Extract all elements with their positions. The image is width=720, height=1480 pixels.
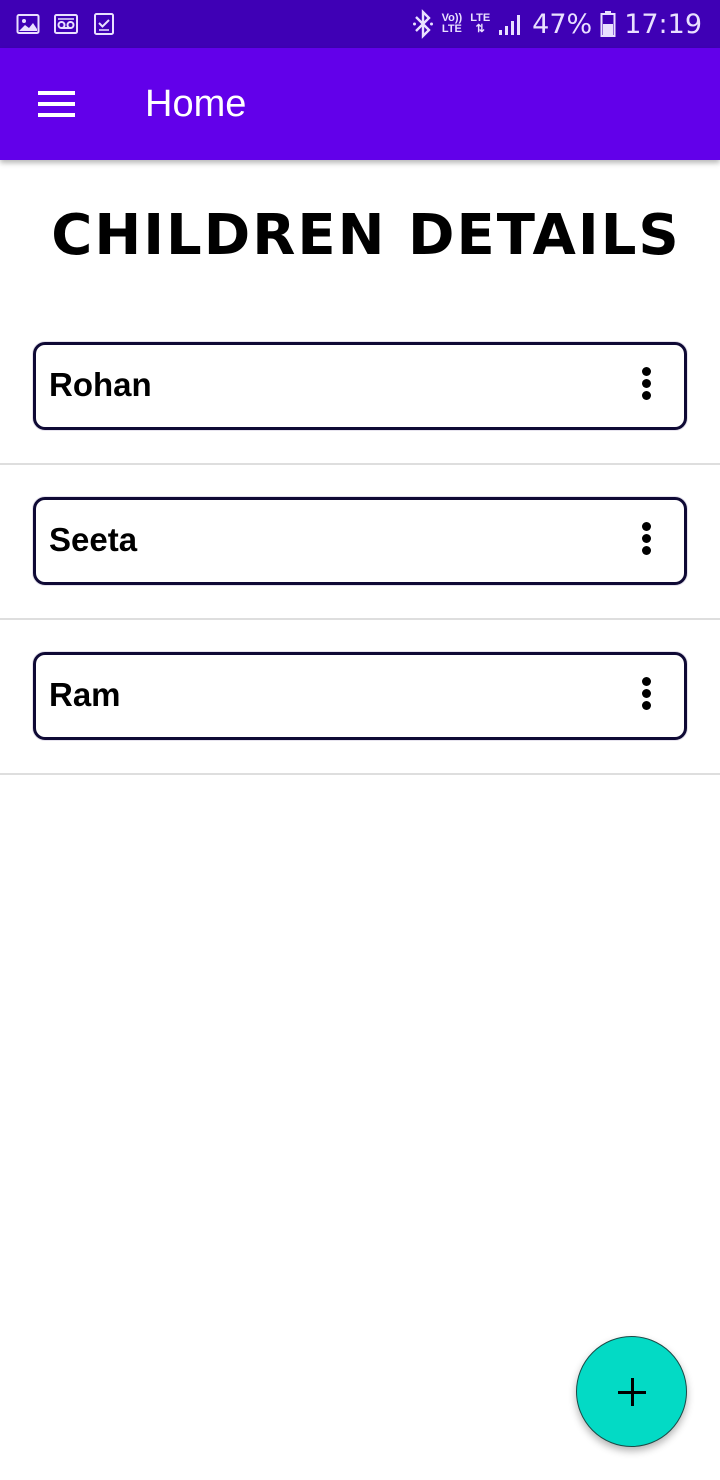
child-card-seeta[interactable]: Seeta (33, 497, 687, 585)
more-vert-icon[interactable] (632, 518, 662, 566)
volte-bottom-label: LTE (441, 23, 462, 35)
lte-indicator: LTE ⇅ (470, 13, 490, 35)
app-bar: Home (0, 48, 720, 160)
task-check-icon (94, 13, 114, 35)
battery-icon (600, 11, 616, 37)
status-bar: Vo)) LTE LTE ⇅ 47% 17:19 (0, 0, 720, 48)
child-name: Seeta (49, 521, 138, 558)
hamburger-menu-icon[interactable] (26, 74, 86, 134)
child-name: Rohan (49, 366, 152, 403)
volte-indicator: Vo)) LTE (442, 13, 463, 35)
add-child-button[interactable] (576, 1336, 687, 1447)
image-icon (16, 14, 40, 34)
list-item: Ram (0, 620, 720, 775)
children-list: Rohan Seeta Ram (0, 310, 720, 775)
data-arrows-icon: ⇅ (475, 23, 485, 35)
more-vert-icon[interactable] (632, 673, 662, 721)
app-bar-title: Home (145, 83, 247, 125)
child-name: Ram (49, 676, 121, 713)
voicemail-icon (54, 14, 78, 34)
list-item: Rohan (0, 310, 720, 465)
child-card-rohan[interactable]: Rohan (33, 342, 687, 430)
clock: 17:19 (624, 8, 702, 40)
more-vert-icon[interactable] (632, 363, 662, 411)
page-heading: CHILDREN DETAILS (51, 203, 681, 268)
child-card-ram[interactable]: Ram (33, 652, 687, 740)
status-left-icons (16, 11, 116, 37)
status-right-icons: Vo)) LTE LTE ⇅ 47% 17:19 (412, 7, 702, 41)
list-item: Seeta (0, 465, 720, 620)
battery-percent: 47% (532, 8, 593, 40)
bluetooth-icon (412, 9, 433, 39)
signal-strength-icon (499, 15, 521, 35)
